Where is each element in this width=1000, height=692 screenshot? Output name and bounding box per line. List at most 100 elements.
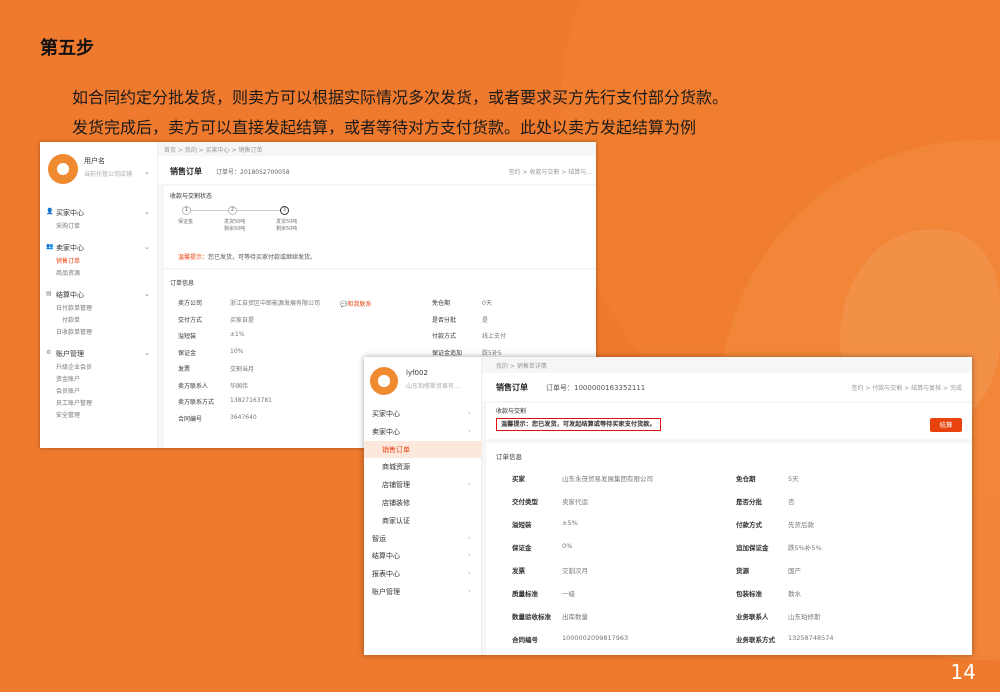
chevron-right-icon[interactable]: › bbox=[468, 480, 471, 488]
chevron-right-icon[interactable]: › bbox=[468, 409, 471, 417]
nav-group-2[interactable]: 结算中心 bbox=[56, 290, 84, 300]
order-info-card: 订单信息 买家 山东永茂贸易发展集团有限公司 交付类型 卖家代运 溢短装 ±5% 保证金 0%… bbox=[486, 443, 972, 655]
field-value: 出库数量 bbox=[562, 613, 588, 621]
chevron-down-icon[interactable]: ⌄ bbox=[144, 168, 150, 176]
nav-item-3[interactable]: 商城资源 bbox=[382, 462, 410, 472]
tip-text: 温馨提示：您已发货，可等待买家付款或继续发货。 bbox=[178, 254, 317, 261]
chevron-down-icon[interactable]: ⌄ bbox=[144, 290, 150, 298]
field-value: 13827163781 bbox=[230, 397, 272, 404]
chevron-right-icon[interactable]: › bbox=[468, 587, 471, 595]
nav-item[interactable]: 付款单 bbox=[62, 315, 80, 324]
field-label: 是否分批 bbox=[432, 316, 457, 324]
chevron-right-icon[interactable]: › bbox=[468, 569, 471, 577]
user-company[interactable]: 山东珀修斯贸易有... bbox=[406, 381, 460, 390]
screenshot-sales-order-detail: lyf002 山东珀修斯贸易有... 买家中心 › 卖家中心 › 销售订单商城资源店铺管… bbox=[364, 357, 972, 655]
chevron-right-icon[interactable]: › bbox=[468, 534, 471, 542]
chevron-down-icon[interactable]: ⌄ bbox=[144, 208, 150, 216]
order-header: 销售订单 订单号：2018052700058 签约 > 收款与交割 > 结算与.… bbox=[158, 156, 596, 184]
field-value: 卖家代运 bbox=[562, 498, 588, 506]
user-company[interactable]: 当前托管公司店铺 bbox=[84, 169, 132, 178]
nav-item[interactable]: 销售订单 bbox=[56, 256, 80, 265]
field-label: 交付类型 bbox=[512, 498, 538, 506]
field-label: 卖方联系人 bbox=[178, 382, 209, 390]
field-label: 业务联系方式 bbox=[736, 636, 775, 644]
slide-title: 第五步 bbox=[40, 38, 94, 59]
field-label: 付款方式 bbox=[736, 521, 762, 529]
field-value: 散水 bbox=[788, 590, 801, 598]
main-content: 我的 > 销售单详情 销售订单 订单号：1000000163352111 签约 … bbox=[482, 357, 972, 655]
field-value: 否 bbox=[788, 498, 795, 506]
section-title: 订单信息 bbox=[170, 280, 195, 287]
field-label: 追加保证金 bbox=[736, 544, 769, 552]
nav-item[interactable]: 资金账户 bbox=[56, 374, 80, 383]
nav-item[interactable]: 商品资源 bbox=[56, 268, 80, 277]
field-value: 0% bbox=[562, 542, 573, 550]
field-value: 10% bbox=[230, 347, 244, 355]
order-number: 订单号：2018052700058 bbox=[216, 169, 290, 176]
nav-item[interactable]: 日付款单管理 bbox=[56, 303, 92, 312]
progress-steps: 签约 > 收款与交割 > 结算与... bbox=[508, 169, 592, 176]
field-label: 数量验收标准 bbox=[512, 613, 551, 621]
nav-item-1[interactable]: 卖家中心 bbox=[372, 427, 400, 437]
settle-button[interactable]: 结算 bbox=[930, 418, 962, 432]
field-label: 溢短装 bbox=[178, 333, 197, 340]
field-label: 业务联系人 bbox=[736, 613, 769, 621]
field-label: 买家 bbox=[512, 475, 525, 483]
field-value: 1000002099817963 bbox=[562, 634, 629, 642]
field-value: 交割次月 bbox=[562, 567, 588, 575]
nav-item[interactable]: 员工账户管理 bbox=[56, 398, 92, 407]
chevron-right-icon[interactable]: › bbox=[468, 551, 471, 559]
contact-link[interactable]: 💬和我联系 bbox=[340, 299, 372, 308]
nav-item-8[interactable]: 结算中心 bbox=[372, 551, 400, 561]
step-dot: 2 bbox=[228, 206, 237, 215]
nav-group-icon: 👥 bbox=[46, 243, 54, 250]
slide-description-line-2: 发货完成后，卖方可以直接发起结算，或者等待对方支付货款。此处以卖方发起结算为例 bbox=[72, 118, 697, 137]
field-value: 13258748574 bbox=[788, 634, 834, 642]
field-label: 合同编号 bbox=[512, 636, 538, 644]
field-label: 免仓期 bbox=[432, 300, 451, 307]
slide-description-line-1: 如合同约定分批发货，则卖方可以根据实际情况多次发货，或者要求买方先行支付部分货款… bbox=[72, 88, 729, 107]
field-label: 交付方式 bbox=[178, 316, 203, 324]
field-label: 合同编号 bbox=[178, 415, 203, 423]
step-label: 发货50吨 剩余50吨 bbox=[224, 219, 246, 232]
nav-item[interactable]: 会员账户 bbox=[56, 386, 80, 395]
sidebar: lyf002 山东珀修斯贸易有... 买家中心 › 卖家中心 › 销售订单商城资源店铺管… bbox=[364, 357, 482, 655]
user-name: lyf002 bbox=[406, 369, 428, 377]
page-title: 销售订单 bbox=[170, 167, 202, 176]
nav-item[interactable]: 升级企业会员 bbox=[56, 362, 92, 371]
nav-item-9[interactable]: 报表中心 bbox=[372, 569, 400, 579]
nav-item-5[interactable]: 店铺装修 bbox=[382, 498, 410, 508]
nav-item-7[interactable]: 智运 bbox=[372, 534, 386, 544]
field-label: 质量标准 bbox=[512, 590, 538, 598]
field-label: 付款方式 bbox=[432, 333, 457, 340]
field-value: 0天 bbox=[482, 300, 492, 307]
nav-item-4[interactable]: 店铺管理 bbox=[382, 480, 410, 490]
nav-group-0[interactable]: 买家中心 bbox=[56, 208, 84, 218]
nav-group-1[interactable]: 卖家中心 bbox=[56, 243, 84, 253]
chevron-down-icon[interactable]: ⌄ bbox=[144, 243, 150, 251]
field-label: 货源 bbox=[736, 567, 749, 575]
nav-item[interactable]: 采购订单 bbox=[56, 221, 80, 230]
field-value: 浙江自贸区中郎能源发展有限公司 bbox=[230, 300, 321, 307]
logo-icon bbox=[48, 154, 78, 184]
nav-group-icon: ▤ bbox=[46, 290, 52, 297]
nav-item[interactable]: 安全管理 bbox=[56, 410, 80, 419]
sidebar: 用户名 当前托管公司店铺 ⌄ 👤 买家中心 ⌄ 采购订单 👥 卖家中心 ⌄ 销售订单 商品资源 ▤… bbox=[40, 142, 158, 448]
section-title: 收款与交割状态 bbox=[170, 193, 213, 200]
slide: 第五步 如合同约定分批发货，则卖方可以根据实际情况多次发货，或者要求买方先行支付… bbox=[0, 0, 1000, 692]
step-dot: 1 bbox=[182, 206, 191, 215]
nav-item-10[interactable]: 账户管理 bbox=[372, 587, 400, 597]
field-value: 是 bbox=[482, 316, 489, 324]
field-label: 保证金追加 bbox=[432, 349, 463, 357]
nav-item-0[interactable]: 买家中心 bbox=[372, 409, 400, 419]
chevron-down-icon[interactable]: ⌄ bbox=[144, 349, 150, 357]
nav-group-icon: ⚙ bbox=[46, 349, 52, 356]
field-label: 保证金 bbox=[512, 544, 532, 552]
field-label: 卖方联系方式 bbox=[178, 399, 215, 406]
chevron-right-icon[interactable]: › bbox=[468, 427, 471, 435]
nav-item-6[interactable]: 商家认证 bbox=[382, 516, 410, 526]
nav-item-2[interactable]: 销售订单 bbox=[382, 445, 410, 455]
nav-group-3[interactable]: 账户管理 bbox=[56, 349, 84, 359]
order-header: 销售订单 订单号：1000000163352111 签约 > 付款与交割 > 结… bbox=[482, 373, 972, 401]
nav-item[interactable]: 日收款单管理 bbox=[56, 327, 92, 336]
